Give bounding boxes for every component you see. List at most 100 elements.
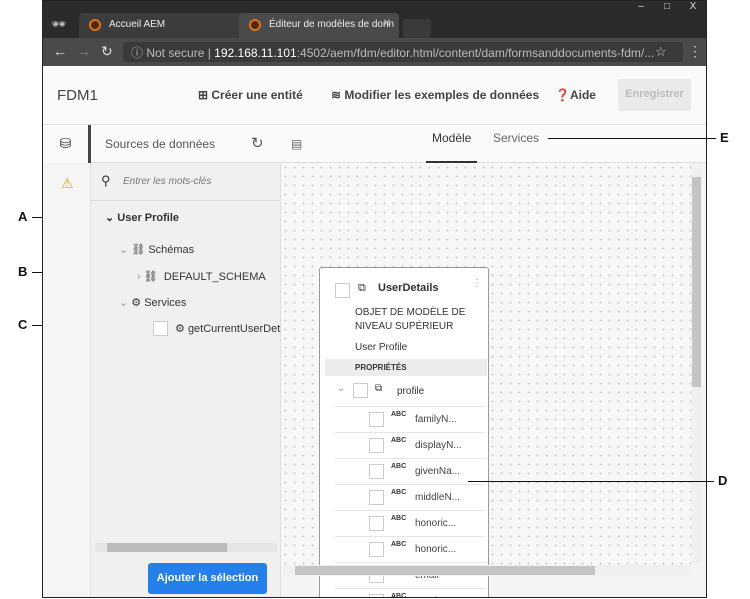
entity-type: OBJET DE MODÈLE DE NIVEAU SUPÉRIEUR [355,306,465,334]
bookmark-star-icon[interactable]: ☆ [655,44,667,60]
help-button[interactable]: ❓Aide [555,88,596,102]
tab-accueil[interactable]: Accueil AEM✕ [79,13,259,38]
property-name: givenNa... [415,466,461,477]
property-checkbox[interactable] [369,490,384,505]
data-sources-panel: Sources de données ↻ ⚲ Entrer les mots-c… [91,125,281,597]
property-row[interactable]: ABC middleN... [335,484,485,510]
forward-icon[interactable]: → [77,43,91,59]
service-checkbox[interactable] [153,321,168,336]
property-row[interactable]: ABC givenNa... [335,458,485,484]
property-name: honoric... [415,544,457,555]
drag-handle-icon[interactable]: ⋮ [472,278,482,289]
menu-icon[interactable]: ⋮ [688,43,702,60]
toggle-panel-icon[interactable]: ▤ [291,137,302,151]
tree-root-user-profile[interactable]: ⌄ User Profile [105,211,179,224]
property-row[interactable]: ABC familyN... [335,406,485,432]
entity-title: UserDetails [378,282,439,294]
string-type-icon: ABC [391,489,407,496]
database-edit-icon: ≋ [331,88,345,102]
callout-e: E [720,130,729,145]
back-icon[interactable]: ← [53,43,67,59]
property-group-profile[interactable]: ⌄ ⧉ profile [335,380,485,406]
panel-header: Sources de données ↻ [91,125,281,163]
create-entity-button[interactable]: ⊞ Créer une entité [198,88,303,102]
model-canvas[interactable]: ⧉ UserDetails ⋮ OBJET DE MODÈLE DE NIVEAU… [281,163,691,597]
property-checkbox[interactable] [369,542,384,557]
property-checkbox[interactable] [369,464,384,479]
tab-model[interactable]: Modèle [426,131,478,163]
aem-favicon-icon [89,19,101,31]
gear-icon: ⚙ [131,297,142,309]
aem-favicon-icon [249,19,261,31]
maximize-icon[interactable]: □ [654,1,680,17]
string-type-icon: ABC [391,593,407,598]
schema-icon: ⛓ [131,244,146,256]
browser-window: 🕶 Accueil AEM✕ Éditeur de modèles de don… [42,0,707,598]
tree-root-label: User Profile [117,212,180,224]
save-button[interactable]: Enregistrer [618,79,691,111]
property-row[interactable]: ABC displayN... [335,432,485,458]
property-checkbox[interactable] [369,594,384,597]
chevron-down-icon[interactable]: ⌄ [337,383,345,394]
tree-label: Services [144,297,187,309]
close-tab-icon[interactable]: ✕ [383,18,391,29]
entity-type-line: NIVEAU SUPÉRIEUR [355,321,454,332]
property-name: honoric... [415,518,457,529]
edit-samples-button[interactable]: ≋ Modifier les exemples de données [331,88,539,102]
entity-checkbox[interactable] [335,283,350,298]
string-type-icon: ABC [391,515,407,522]
tree-label: getCurrentUserDet [187,323,281,335]
refresh-icon[interactable]: ↻ [251,134,264,152]
help-icon: ❓ [555,88,570,102]
minimize-icon[interactable]: – [628,1,654,17]
string-type-icon: ABC [391,437,407,444]
search-placeholder: Entrer les mots-clés [123,176,212,187]
search-field[interactable]: ⚲ Entrer les mots-clés [91,163,281,201]
callout-d-line [468,481,714,482]
horizontal-scrollbar[interactable] [95,543,277,552]
tree-schemas[interactable]: ⌄ ⛓ Schémas [119,243,194,256]
property-checkbox[interactable] [369,516,384,531]
property-row[interactable]: ABC honoric... [335,510,485,536]
schema-icon: ⛓ [143,271,158,283]
tree-label: DEFAULT_SCHEMA [163,271,266,283]
property-row[interactable]: ABC honoric... [335,536,485,562]
info-icon: ⓘ [131,46,147,60]
entity-source: User Profile [355,342,408,353]
close-window-icon[interactable]: X [680,1,706,17]
security-label: Not secure [146,46,205,60]
page-title: FDM1 [57,87,98,104]
entity-icon: ⧉ [358,282,366,294]
entity-card-userdetails[interactable]: ⧉ UserDetails ⋮ OBJET DE MODÈLE DE NIVEAU… [319,267,489,598]
tree-label: Schémas [148,244,195,256]
property-row[interactable]: ABC gender [335,588,485,598]
warning-icon[interactable]: ⚠ [61,175,74,192]
vertical-scrollbar[interactable] [691,163,702,563]
data-sources-rail-icon[interactable]: ⛁ [43,125,91,163]
tab-editor[interactable]: Éditeur de modèles de donn ✕ [239,13,399,38]
model-editor: ▤ Modèle Services ⧉ UserDetails ⋮ OBJET … [281,125,706,597]
reload-icon[interactable]: ↻ [101,43,113,60]
search-icon: ⚲ [101,173,111,188]
callout-b: B [18,264,28,279]
callout-e-line [548,138,716,139]
editor-tabs-bar: ▤ Modèle Services [281,125,706,163]
canvas-horizontal-scrollbar[interactable] [283,565,691,576]
tree-default-schema[interactable]: › ⛓ DEFAULT_SCHEMA [137,270,266,283]
callout-c: C [18,317,28,332]
tree-service-item[interactable]: ⚙ getCurrentUserDet [175,322,280,335]
string-type-icon: ABC [391,541,407,548]
string-type-icon: ABC [391,463,407,470]
entity-type-line: OBJET DE MODÈLE DE [355,307,466,318]
panel-title: Sources de données [105,137,216,151]
tab-services[interactable]: Services [493,131,539,145]
property-checkbox[interactable] [369,412,384,427]
property-checkbox[interactable] [369,438,384,453]
property-checkbox[interactable] [353,383,368,398]
property-name: middleN... [415,492,461,503]
url-input[interactable]: ⓘ Not secure | 192.168.11.101:4502/aem/f… [123,42,683,62]
add-selection-button[interactable]: Ajouter la sélection [148,563,267,594]
new-tab-button[interactable] [403,19,431,38]
string-type-icon: ABC [391,411,407,418]
tree-services[interactable]: ⌄ ⚙ Services [119,296,186,309]
